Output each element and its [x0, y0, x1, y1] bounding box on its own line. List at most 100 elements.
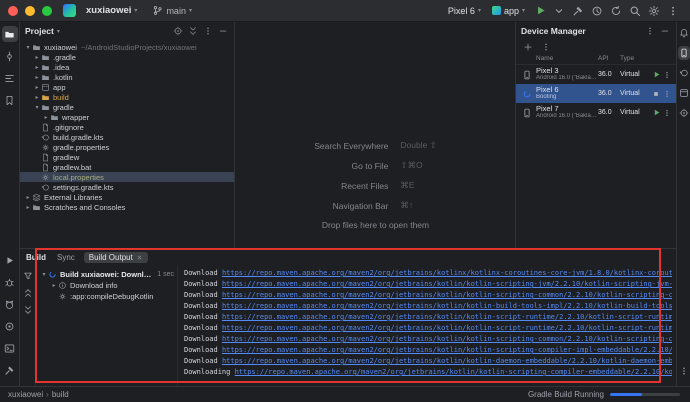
run-button[interactable] — [531, 2, 549, 20]
filter-messages-icon[interactable] — [22, 270, 34, 282]
add-device-icon[interactable] — [521, 40, 534, 53]
device-api: 36.0 — [598, 71, 620, 78]
device-menu-button[interactable] — [662, 108, 672, 118]
project-tree-item[interactable]: local.properties — [20, 172, 234, 182]
log-url-link[interactable]: https://repo.maven.apache.org/maven2/org… — [222, 346, 672, 354]
app-inspection-icon[interactable] — [2, 318, 18, 334]
project-tree-item[interactable]: ▸.idea — [20, 62, 234, 72]
minimize-window-button[interactable] — [25, 6, 35, 16]
build-panel-body: ▾Build xuxiaowei: Downloading https://r1… — [20, 265, 676, 386]
build-tree-item[interactable]: ▾Build xuxiaowei: Downloading https://r1… — [36, 269, 177, 280]
build-icon[interactable] — [2, 362, 18, 378]
gradle-icon[interactable] — [678, 66, 690, 80]
debug-icon[interactable] — [2, 274, 18, 290]
device-filters-icon[interactable] — [539, 40, 552, 53]
log-url-link[interactable]: https://repo.maven.apache.org/maven2/org… — [222, 324, 672, 332]
device-manager-title: Device Manager — [521, 26, 586, 36]
project-widget[interactable]: xuxiaowei ▾ — [81, 3, 142, 18]
breadcrumb-item[interactable]: build — [52, 390, 69, 399]
log-url-link[interactable]: https://repo.maven.apache.org/maven2/org… — [235, 368, 672, 376]
locate-file-icon[interactable] — [171, 25, 184, 38]
device-manager-header: Device Manager — [516, 22, 676, 40]
project-tree-item[interactable]: gradlew — [20, 152, 234, 162]
more-run-options-icon[interactable] — [550, 2, 568, 20]
log-url-link[interactable]: https://repo.maven.apache.org/maven2/org… — [222, 269, 672, 277]
terminal-icon[interactable] — [2, 340, 18, 356]
device-menu-button[interactable] — [662, 89, 672, 99]
log-url-link[interactable]: https://repo.maven.apache.org/maven2/org… — [222, 291, 672, 299]
close-tab-icon[interactable] — [136, 254, 143, 261]
project-tree-item[interactable]: gradlew.bat — [20, 162, 234, 172]
run-icon[interactable] — [2, 252, 18, 268]
gradle-icon — [41, 133, 50, 142]
running-devices-icon[interactable] — [678, 86, 690, 100]
project-tree-item[interactable]: gradle.properties — [20, 142, 234, 152]
project-tree-item[interactable]: ▸.kotlin — [20, 72, 234, 82]
more-tool-windows-icon[interactable] — [678, 364, 690, 378]
device-selector[interactable]: Pixel 6 ▾ — [443, 4, 486, 18]
device-row[interactable]: Pixel 6Booting36.0Virtual — [516, 84, 676, 103]
notifications-icon[interactable] — [678, 26, 690, 40]
collapse-all-icon[interactable] — [186, 25, 199, 38]
device-api: 36.0 — [598, 109, 620, 116]
shortcut-hint-label: Recent Files — [341, 181, 388, 191]
start-device-button[interactable] — [651, 70, 661, 80]
project-tree-item[interactable]: build.gradle.kts — [20, 132, 234, 142]
build-panel: Build SyncBuild Output ▾Build xuxiaowei:… — [20, 248, 676, 386]
collapse-all-icon[interactable] — [22, 304, 34, 316]
build-tab-build-output[interactable]: Build Output — [84, 252, 148, 263]
structure-icon[interactable] — [2, 70, 18, 86]
shortcut-hint-label: Go to File — [352, 161, 389, 171]
log-url-link[interactable]: https://repo.maven.apache.org/maven2/org… — [222, 313, 672, 321]
run-configuration-selector[interactable]: app ▾ — [487, 4, 530, 18]
build-tree-item[interactable]: :app:compileDebugKotlin — [36, 291, 177, 302]
log-url-link[interactable]: https://repo.maven.apache.org/maven2/org… — [222, 357, 672, 365]
project-tree-item[interactable]: ▸wrapper — [20, 112, 234, 122]
project-tree-item[interactable]: ▾gradle — [20, 102, 234, 112]
sync-project-icon[interactable] — [607, 2, 625, 20]
log-url-link[interactable]: https://repo.maven.apache.org/maven2/org… — [222, 302, 672, 310]
status-bar-right: Gradle Build Running — [528, 390, 680, 399]
build-project-icon[interactable] — [569, 2, 587, 20]
search-everywhere-icon[interactable] — [626, 2, 644, 20]
log-url-link[interactable]: https://repo.maven.apache.org/maven2/org… — [222, 335, 672, 343]
hide-panel-icon[interactable] — [216, 25, 229, 38]
project-tree-item[interactable]: .gitignore — [20, 122, 234, 132]
bookmarks-icon[interactable] — [2, 92, 18, 108]
expand-all-icon[interactable] — [22, 287, 34, 299]
project-tree-item[interactable]: ▸Scratches and Consoles — [20, 202, 234, 212]
commit-icon[interactable] — [2, 48, 18, 64]
project-tree-item[interactable]: ▾xuxiaowei~/AndroidStudioProjects/xuxiao… — [20, 42, 234, 52]
logcat-icon[interactable] — [2, 296, 18, 312]
project-tree-item[interactable]: ▸build — [20, 92, 234, 102]
start-device-button[interactable] — [651, 108, 661, 118]
vcs-branch-widget[interactable]: main ▾ — [147, 3, 197, 18]
device-menu-button[interactable] — [662, 70, 672, 80]
log-line: Download https://repo.maven.apache.org/m… — [184, 334, 672, 345]
zoom-window-button[interactable] — [42, 6, 52, 16]
build-tab-sync[interactable]: Sync — [52, 252, 80, 263]
device-row[interactable]: Pixel 7Android 16.0 ("Baklava") | arm643… — [516, 103, 676, 122]
more-options-icon[interactable] — [643, 25, 656, 38]
log-url-link[interactable]: https://repo.maven.apache.org/maven2/org… — [222, 280, 672, 288]
stop-device-button[interactable] — [651, 89, 661, 99]
device-row[interactable]: Pixel 3Android 16.0 ("Baklava") | arm643… — [516, 65, 676, 84]
project-tree-item[interactable]: ▸app — [20, 82, 234, 92]
tree-item-label: .idea — [53, 63, 69, 72]
props-icon — [41, 173, 50, 182]
shortcut-hint-label: Search Everywhere — [314, 141, 388, 151]
build-tree-item[interactable]: ▸Download info — [36, 280, 177, 291]
breadcrumb-item[interactable]: xuxiaowei — [8, 390, 43, 399]
device-manager-icon[interactable] — [678, 46, 690, 60]
hide-panel-icon[interactable] — [658, 25, 671, 38]
project-tree-item[interactable]: ▸.gradle — [20, 52, 234, 62]
more-options-icon[interactable] — [201, 25, 214, 38]
project-icon[interactable] — [2, 26, 18, 42]
window-options-icon[interactable] — [664, 2, 682, 20]
settings-icon[interactable] — [645, 2, 663, 20]
close-window-button[interactable] — [8, 6, 18, 16]
app-quality-insights-icon[interactable] — [678, 106, 690, 120]
project-tree-item[interactable]: settings.gradle.kts — [20, 182, 234, 192]
profiler-icon[interactable] — [588, 2, 606, 20]
project-tree-item[interactable]: ▸External Libraries — [20, 192, 234, 202]
